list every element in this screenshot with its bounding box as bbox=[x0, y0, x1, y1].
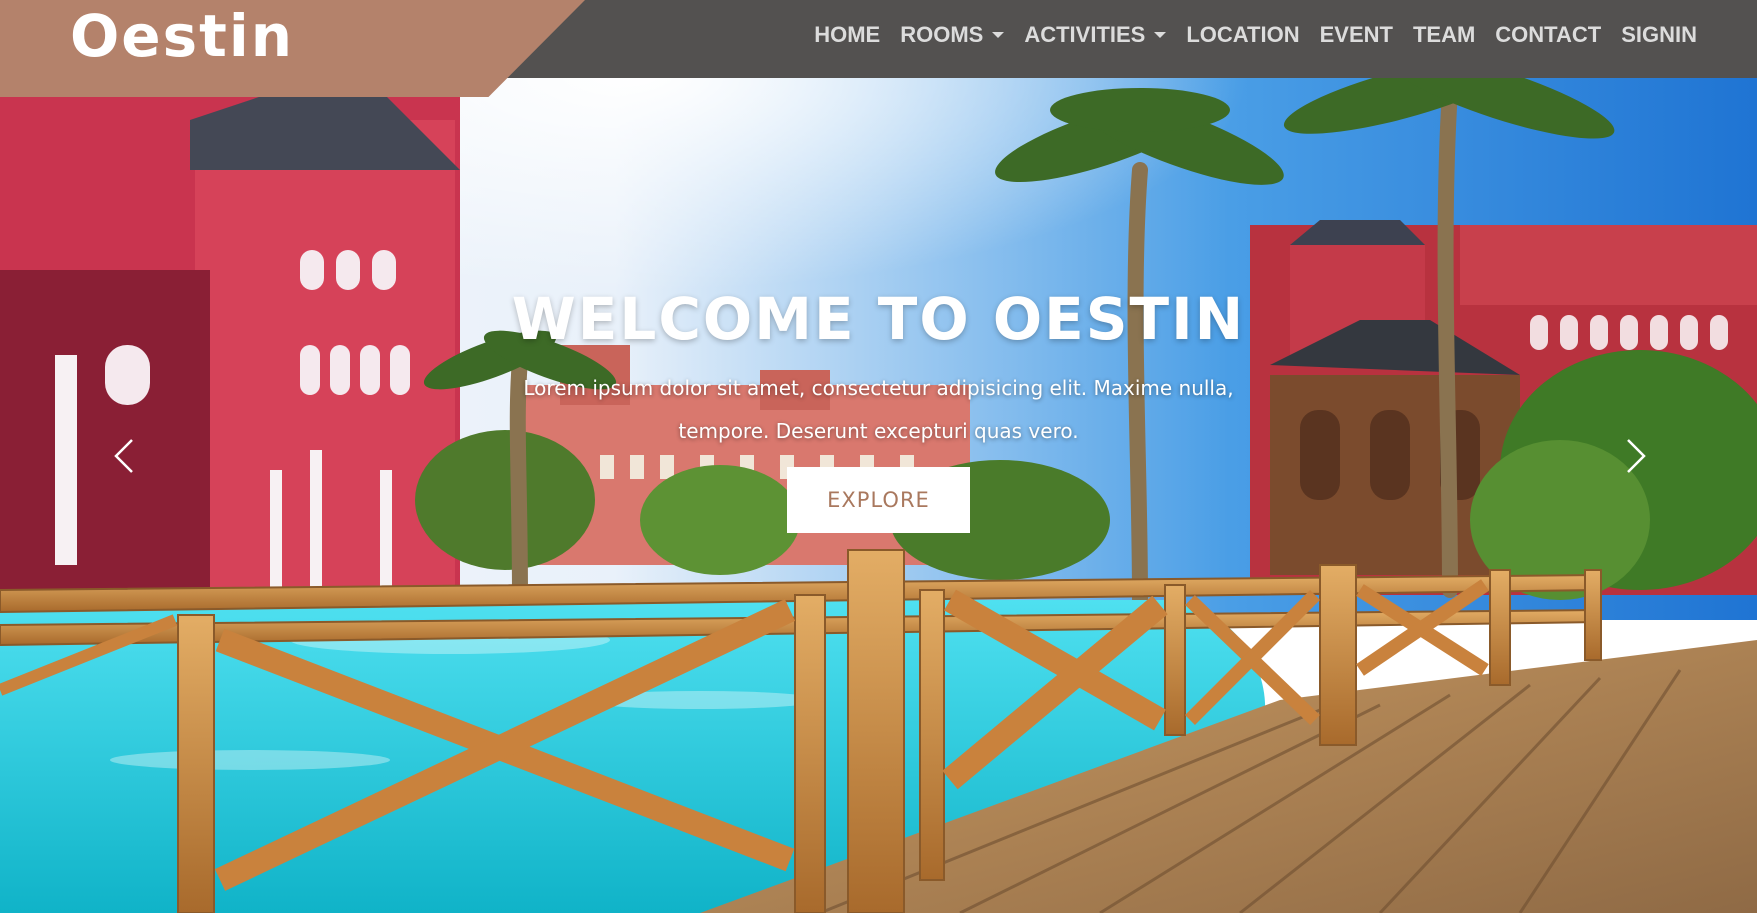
nav-item-label: ACTIVITIES bbox=[1024, 22, 1146, 47]
nav-item-contact[interactable]: CONTACT bbox=[1495, 22, 1601, 48]
caret-down-icon bbox=[992, 32, 1005, 38]
hero-caption: WELCOME TO OESTIN Lorem ipsum dolor sit … bbox=[0, 285, 1757, 533]
nav-menu: HOME ROOMS ACTIVITIES LOCATION EVENT TEA… bbox=[814, 0, 1697, 70]
hero-title: WELCOME TO OESTIN bbox=[511, 285, 1246, 353]
brand-logo[interactable]: Oestin bbox=[70, 2, 294, 70]
explore-button[interactable]: EXPLORE bbox=[787, 467, 970, 533]
caret-down-icon bbox=[1154, 32, 1167, 38]
nav-item-label: CONTACT bbox=[1495, 22, 1602, 47]
nav-item-label: TEAM bbox=[1412, 22, 1476, 47]
nav-item-activities[interactable]: ACTIVITIES bbox=[1024, 22, 1167, 48]
nav-item-home[interactable]: HOME bbox=[814, 22, 880, 48]
nav-item-location[interactable]: LOCATION bbox=[1186, 22, 1299, 48]
nav-item-label: ROOMS bbox=[900, 22, 984, 47]
chevron-right-icon bbox=[1627, 439, 1646, 473]
nav-item-label: SIGNIN bbox=[1621, 22, 1697, 47]
nav-item-team[interactable]: TEAM bbox=[1413, 22, 1475, 48]
chevron-left-icon bbox=[114, 439, 133, 473]
carousel-prev-button[interactable] bbox=[106, 436, 140, 476]
hero-description: Lorem ipsum dolor sit amet, consectetur … bbox=[523, 376, 1234, 443]
page: WELCOME TO OESTIN Lorem ipsum dolor sit … bbox=[0, 0, 1757, 913]
nav-item-signin[interactable]: SIGNIN bbox=[1621, 22, 1697, 48]
nav-item-rooms[interactable]: ROOMS bbox=[900, 22, 1005, 48]
nav-item-label: LOCATION bbox=[1186, 22, 1300, 47]
carousel-next-button[interactable] bbox=[1620, 436, 1654, 476]
nav-item-label: HOME bbox=[814, 22, 881, 47]
hero-carousel: WELCOME TO OESTIN Lorem ipsum dolor sit … bbox=[0, 0, 1757, 913]
nav-item-label: EVENT bbox=[1319, 22, 1393, 47]
nav-item-event[interactable]: EVENT bbox=[1320, 22, 1393, 48]
